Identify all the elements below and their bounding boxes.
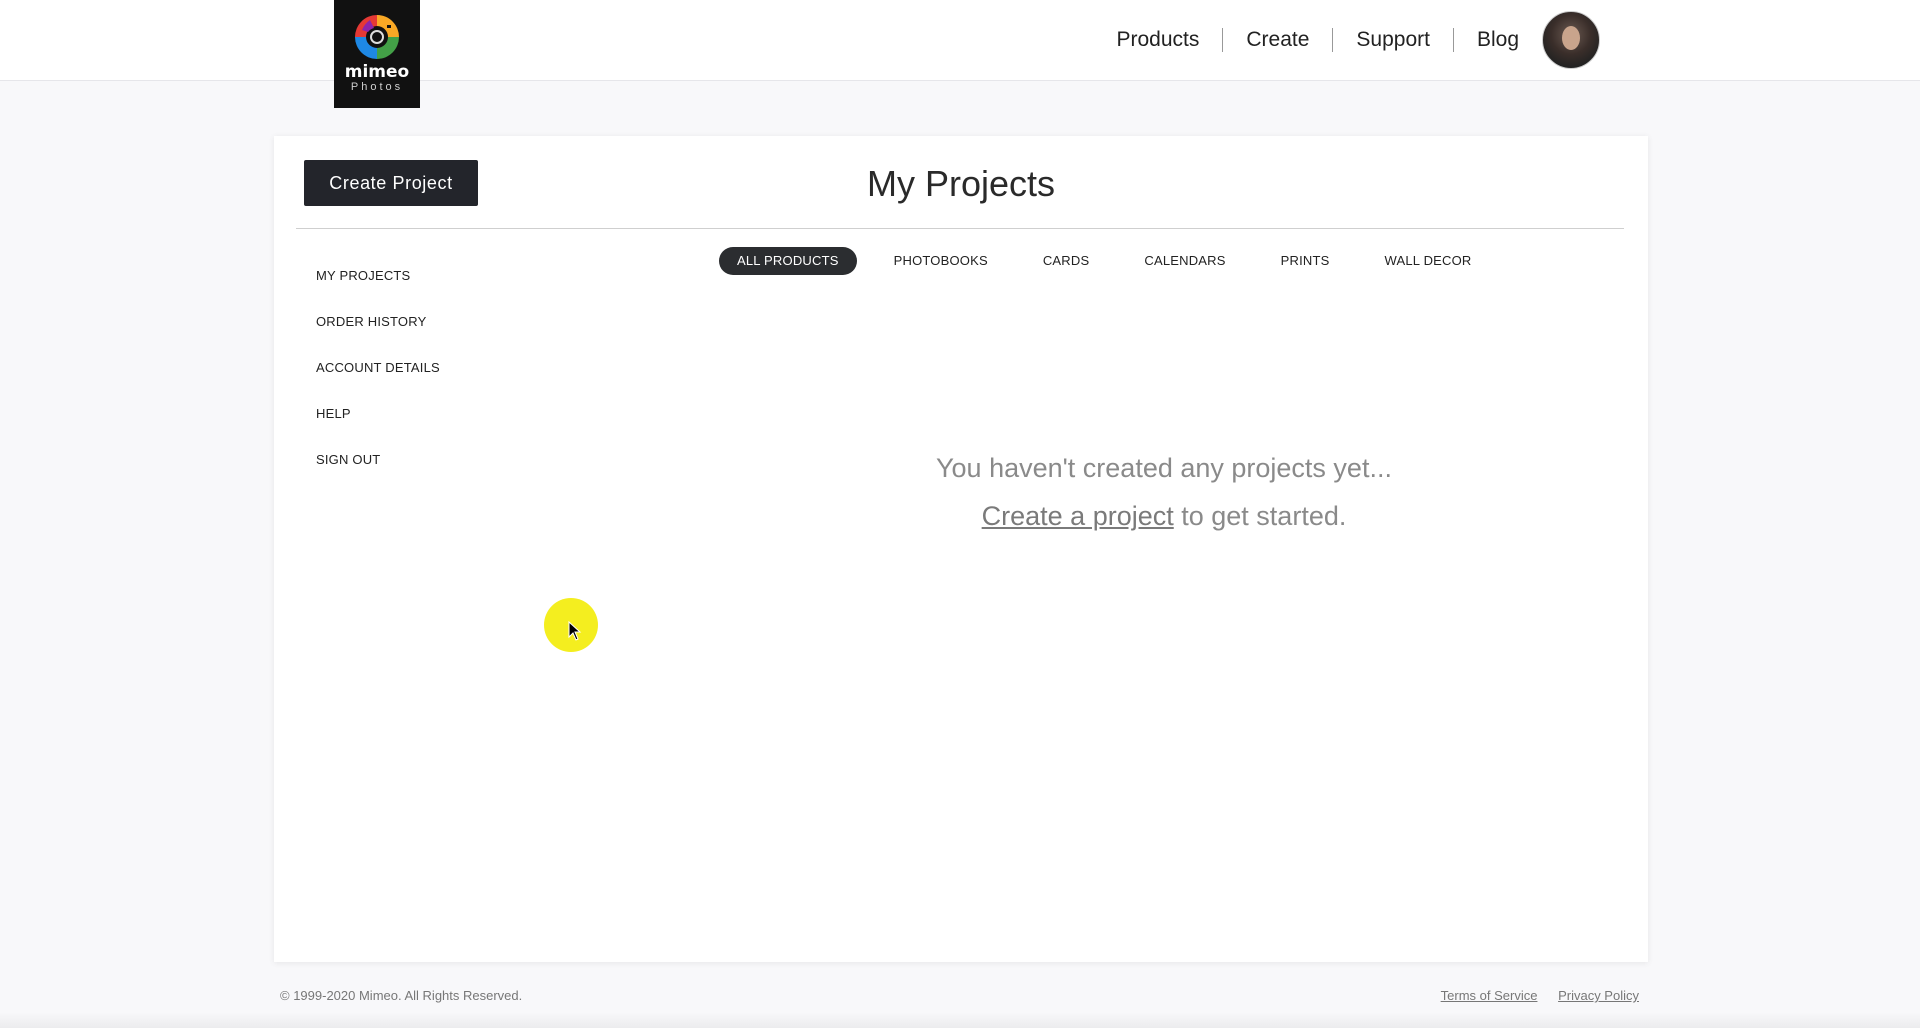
account-sidebar: MY PROJECTS ORDER HISTORY ACCOUNT DETAIL… — [316, 266, 440, 496]
tab-all-products[interactable]: ALL PRODUCTS — [719, 247, 857, 275]
nav-products[interactable]: Products — [1094, 28, 1223, 52]
empty-state-line1: You haven't created any projects yet... — [936, 453, 1392, 483]
privacy-policy-link[interactable]: Privacy Policy — [1558, 988, 1639, 1003]
projects-card: Create Project My Projects MY PROJECTS O… — [274, 136, 1648, 962]
bottom-shade — [0, 1012, 1920, 1028]
create-project-link[interactable]: Create a project — [982, 501, 1174, 531]
sidebar-item-account-details[interactable]: ACCOUNT DETAILS — [316, 358, 440, 404]
nav-create[interactable]: Create — [1223, 28, 1332, 52]
tab-photobooks[interactable]: PHOTOBOOKS — [876, 247, 1006, 275]
logo-word: mimeo — [344, 62, 410, 82]
sidebar-item-help[interactable]: HELP — [316, 404, 440, 450]
tab-calendars[interactable]: CALENDARS — [1126, 247, 1243, 275]
camera-rainbow-logo-icon — [355, 15, 399, 59]
top-bar: mimeo Photos Products Create Support Blo… — [0, 0, 1920, 108]
footer-links: Terms of Service Privacy Policy — [1424, 988, 1639, 1003]
page-title: My Projects — [866, 163, 1056, 204]
sidebar-item-my-projects[interactable]: MY PROJECTS — [316, 266, 440, 312]
nav-blog[interactable]: Blog — [1454, 28, 1542, 52]
terms-of-service-link[interactable]: Terms of Service — [1441, 988, 1538, 1003]
sidebar-item-order-history[interactable]: ORDER HISTORY — [316, 312, 440, 358]
footer-copyright: © 1999-2020 Mimeo. All Rights Reserved. — [280, 988, 523, 1003]
empty-state-message: You haven't created any projects yet... … — [864, 444, 1464, 540]
header-divider — [296, 228, 1624, 229]
tab-prints[interactable]: PRINTS — [1263, 247, 1348, 275]
main-nav: Products Create Support Blog — [1094, 11, 1600, 69]
product-filter-tabs: ALL PRODUCTS PHOTOBOOKS CARDS CALENDARS … — [719, 247, 1509, 275]
sidebar-item-sign-out[interactable]: SIGN OUT — [316, 450, 440, 496]
empty-state-line2-text: to get started. — [1173, 501, 1347, 531]
empty-state-line2: Create a project to get started. — [864, 492, 1464, 540]
nav-support[interactable]: Support — [1333, 28, 1453, 52]
mouse-pointer-icon — [568, 621, 582, 641]
logo-subtitle: Photos — [350, 81, 404, 93]
tab-cards[interactable]: CARDS — [1025, 247, 1108, 275]
mimeo-photos-logo[interactable]: mimeo Photos — [334, 0, 420, 108]
avatar-face — [1562, 26, 1580, 50]
user-avatar[interactable] — [1542, 11, 1600, 69]
tab-wall-decor[interactable]: WALL DECOR — [1367, 247, 1490, 275]
